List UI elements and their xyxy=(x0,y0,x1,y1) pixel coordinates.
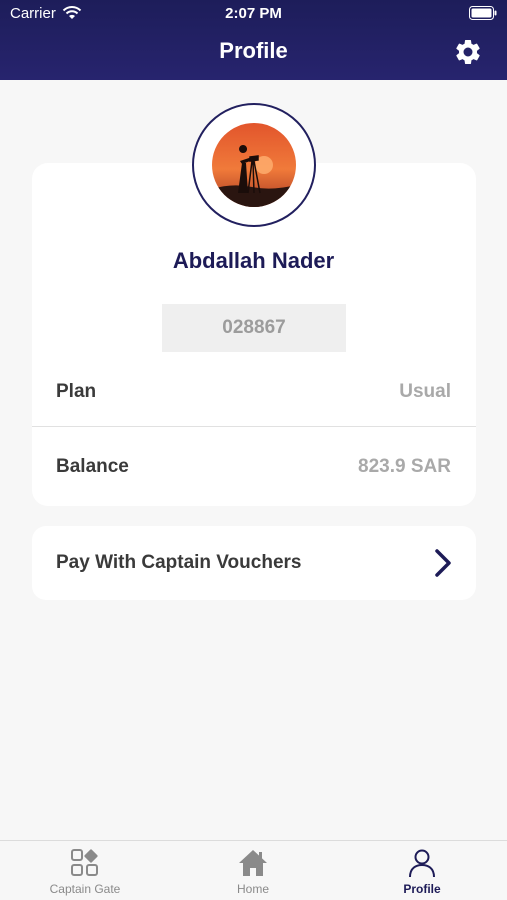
plan-value: Usual xyxy=(399,381,451,402)
tab-captain-gate[interactable]: Captain Gate xyxy=(20,847,150,899)
voucher-label: Pay With Captain Vouchers xyxy=(56,552,302,573)
divider xyxy=(32,426,476,427)
tab-home[interactable]: Home xyxy=(188,847,318,899)
battery-icon xyxy=(469,6,497,20)
tab-label: Home xyxy=(236,882,269,896)
chevron-right-icon xyxy=(435,549,451,577)
user-icon xyxy=(409,849,435,878)
pay-with-vouchers-button[interactable]: Pay With Captain Vouchers xyxy=(32,526,476,600)
balance-label: Balance xyxy=(56,456,129,477)
gear-icon[interactable] xyxy=(453,37,483,67)
balance-value: 823.9 SAR xyxy=(358,456,451,477)
status-bar: Carrier 2:07 PM xyxy=(0,0,507,28)
user-name: Abdallah Nader xyxy=(172,248,335,273)
home-icon xyxy=(239,850,267,876)
avatar[interactable] xyxy=(192,103,316,227)
plan-label: Plan xyxy=(56,381,97,402)
tab-label: Profile xyxy=(403,882,441,896)
app-header: Carrier 2:07 PM Profile xyxy=(0,0,507,80)
status-time: 2:07 PM xyxy=(225,5,282,22)
tab-label: Captain Gate xyxy=(49,882,121,896)
tab-profile[interactable]: Profile xyxy=(357,847,487,899)
page-title: Profile xyxy=(219,38,288,63)
tab-bar: Captain Gate Home Profile xyxy=(0,840,507,900)
user-code: 028867 xyxy=(162,304,346,352)
avatar-photo xyxy=(212,123,296,207)
grid-icon xyxy=(71,849,98,876)
